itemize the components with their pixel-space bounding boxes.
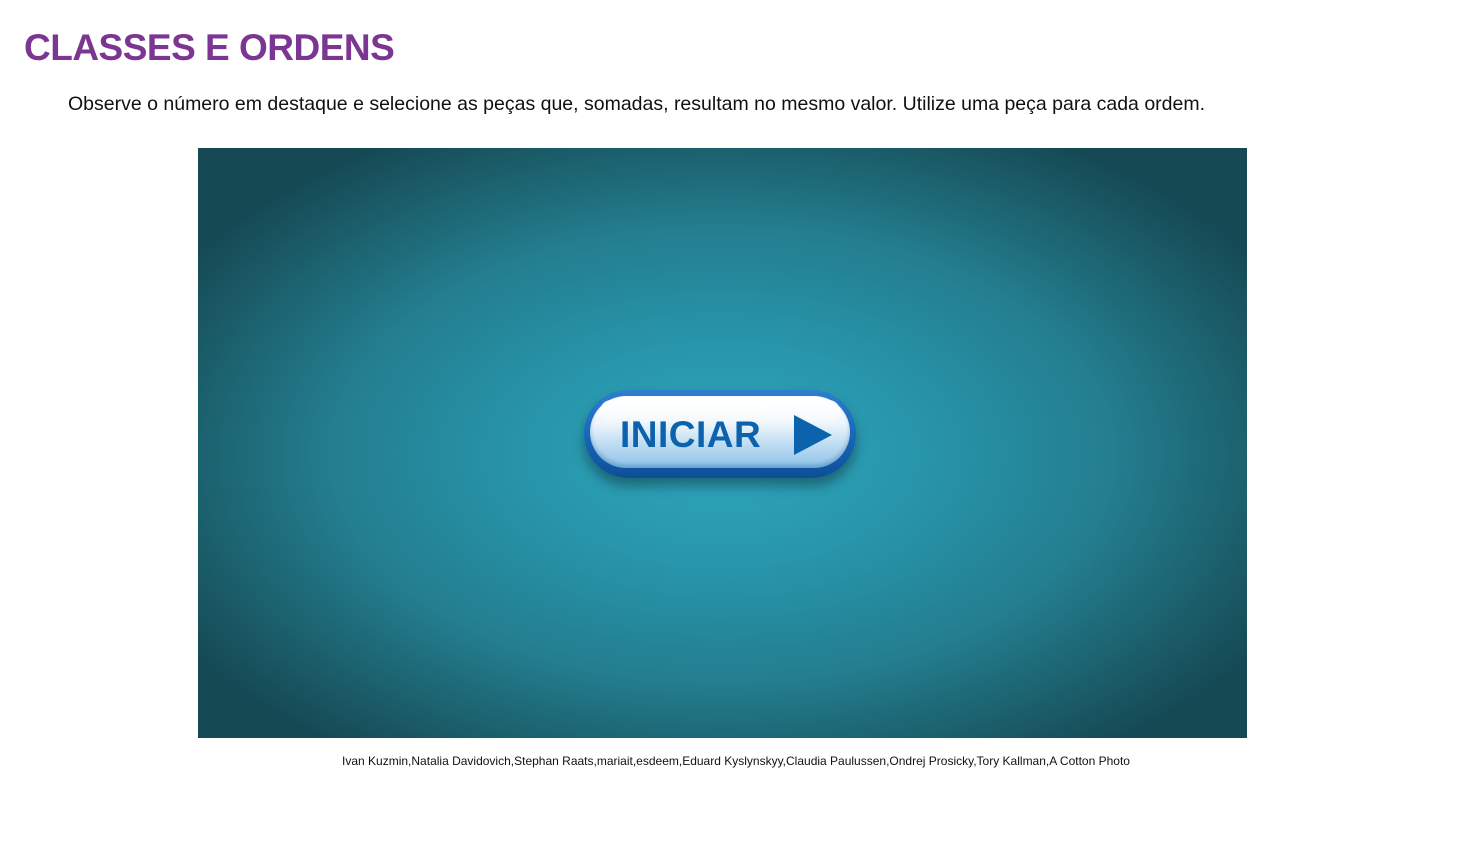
start-button-face: INICIAR (590, 396, 850, 468)
instructions-text: Observe o número em destaque e selecione… (68, 93, 1206, 115)
activity-stage: INICIAR (198, 148, 1247, 738)
image-credits: Ivan Kuzmin,Natalia Davidovich,Stephan R… (342, 754, 1130, 768)
start-button-label: INICIAR (620, 414, 762, 455)
page-title: CLASSES E ORDENS (24, 27, 395, 68)
start-button[interactable]: INICIAR (584, 390, 856, 478)
play-icon (794, 415, 832, 455)
